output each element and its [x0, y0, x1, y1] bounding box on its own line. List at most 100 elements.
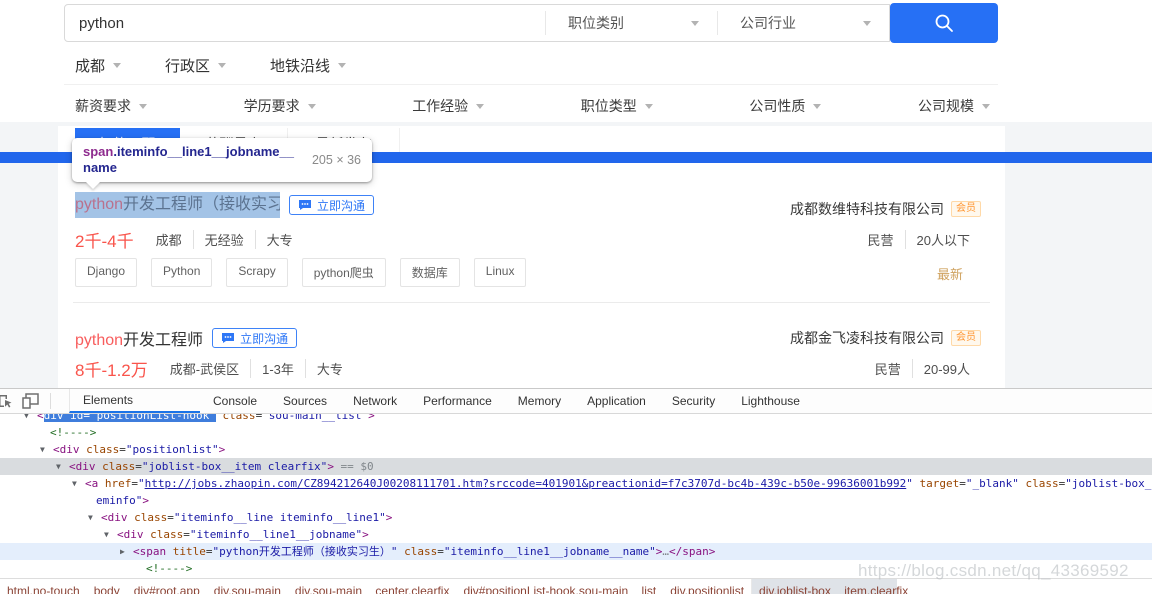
city-filter-地铁沿线[interactable]: 地铁沿线	[270, 55, 346, 76]
devtools-tab-lighthouse[interactable]: Lighthouse	[728, 389, 813, 413]
city-filter-成都[interactable]: 成都	[75, 55, 121, 76]
salary-row: 8千-1.2万 成都-武侯区1-3年大专	[75, 356, 343, 381]
code-token: =	[135, 460, 142, 473]
expand-arrow-icon: ▼	[104, 526, 117, 543]
city-filter-label: 成都	[75, 55, 105, 76]
skill-tag[interactable]: Django	[75, 258, 137, 287]
chat-now-label: 立即沟通	[240, 330, 288, 347]
devtools-tab-performance[interactable]: Performance	[410, 389, 505, 413]
chevron-down-icon	[218, 63, 226, 68]
job-category-select[interactable]: 职位类别	[545, 11, 717, 35]
job-meta: 成都-武侯区1-3年大专	[170, 359, 343, 378]
inspect-selector: span.iteminfo__line1__jobname__name	[83, 144, 295, 176]
chevron-down-icon	[863, 21, 871, 26]
devtools-tab-console[interactable]: Console	[200, 389, 270, 413]
code-token: "python开发工程师（接收实习生）"	[213, 545, 398, 558]
devtools-toolbar: ElementsConsoleSourcesNetworkPerformance…	[0, 389, 1152, 414]
job-category-label: 职位类别	[568, 13, 624, 33]
filter-工作经验[interactable]: 工作经验	[412, 96, 484, 116]
industry-select[interactable]: 公司行业	[717, 11, 889, 35]
filter-label: 公司性质	[749, 96, 805, 116]
job-meta: 成都无经验大专	[156, 230, 293, 249]
code-token: <!---->	[50, 426, 96, 439]
devtools-tab-memory[interactable]: Memory	[505, 389, 574, 413]
devtools-tab-elements[interactable]: Elements	[69, 389, 200, 413]
code-token: >	[362, 528, 369, 541]
company-meta-item: 20-99人	[912, 359, 970, 378]
meta-item: 1-3年	[250, 359, 294, 378]
code-line[interactable]: ▼<div class="joblist-box__item clearfix"…	[0, 458, 1152, 475]
code-token	[166, 545, 173, 558]
salary: 8千-1.2万	[75, 356, 148, 381]
code-token: "iteminfo__line1__jobname__name"	[444, 545, 656, 558]
elements-tree[interactable]: ▼<div id="positionList-hook" class="sou-…	[0, 414, 1152, 579]
filter-label: 职位类型	[581, 96, 637, 116]
filter-学历要求[interactable]: 学历要求	[244, 96, 316, 116]
code-token: "iteminfo__line1__jobname"	[190, 528, 362, 541]
code-token: <span	[133, 545, 166, 558]
skill-tag[interactable]: Linux	[474, 258, 527, 287]
code-token: </span>	[669, 545, 715, 558]
search-input[interactable]	[65, 6, 545, 40]
code-token: == $0	[334, 460, 374, 473]
code-line[interactable]: ▼<div class="positionlist">	[0, 441, 1152, 458]
devtools-tab-network[interactable]: Network	[340, 389, 410, 413]
chat-now-button[interactable]: 立即沟通	[289, 195, 374, 215]
inspect-tag: span	[83, 144, 113, 159]
code-token: =	[437, 545, 444, 558]
code-token: class	[150, 528, 183, 541]
skill-tag[interactable]: Scrapy	[226, 258, 287, 287]
chevron-down-icon	[645, 104, 653, 109]
code-line[interactable]: eminfo">	[0, 492, 1152, 509]
skill-tag[interactable]: 数据库	[400, 258, 460, 287]
inspect-element-icon[interactable]	[0, 390, 18, 412]
code-token: <div	[117, 528, 144, 541]
job-title-keyword: python	[75, 332, 123, 349]
filter-公司性质[interactable]: 公司性质	[749, 96, 821, 116]
company-name[interactable]: 成都数维特科技有限公司	[790, 199, 944, 219]
company-name[interactable]: 成都金飞凌科技有限公司	[790, 328, 944, 348]
devtools-tab-security[interactable]: Security	[659, 389, 728, 413]
city-filter-label: 行政区	[165, 55, 210, 76]
filter-职位类型[interactable]: 职位类型	[581, 96, 653, 116]
code-line[interactable]: ▼<div id="positionList-hook" class="sou-…	[0, 414, 1152, 424]
filter-薪资要求[interactable]: 薪资要求	[75, 96, 147, 116]
code-line[interactable]: <!---->	[0, 424, 1152, 441]
code-token: >	[219, 443, 226, 456]
job-tags: Django Python Scrapy python爬虫数据库 Linux	[75, 258, 540, 287]
devtools-tab-application[interactable]: Application	[574, 389, 659, 413]
inspect-classes: .iteminfo__line1__jobname__name	[83, 144, 294, 175]
chevron-down-icon	[139, 104, 147, 109]
code-token: class	[102, 460, 135, 473]
company-row: 成都金飞凌科技有限公司 会员	[790, 328, 981, 348]
job-title: 开发工程师（接收实习...	[123, 196, 280, 213]
code-line[interactable]: ▼<a href="http://jobs.zhaopin.com/CZ8942…	[0, 475, 1152, 492]
job-title-rest: 开发工程师	[123, 332, 203, 349]
city-filter-row: 成都 行政区 地铁沿线	[75, 55, 346, 76]
code-line[interactable]: ▼<div class="iteminfo__line1__jobname">	[0, 526, 1152, 543]
job-title[interactable]: python开发工程师	[75, 326, 203, 350]
search-bar: 职位类别 公司行业	[64, 4, 890, 42]
code-line[interactable]: ▶<span title="python开发工程师（接收实习生）" class=…	[0, 543, 1152, 560]
devtools-tab-sources[interactable]: Sources	[270, 389, 340, 413]
chat-now-button[interactable]: 立即沟通	[212, 328, 297, 348]
chevron-down-icon	[691, 21, 699, 26]
company-meta-item: 民营	[868, 230, 894, 249]
city-filter-行政区[interactable]: 行政区	[165, 55, 226, 76]
filter-公司规模[interactable]: 公司规模	[918, 96, 990, 116]
skill-tag[interactable]: python爬虫	[302, 258, 386, 287]
search-button[interactable]	[890, 3, 998, 43]
toggle-device-toolbar-icon[interactable]	[18, 390, 44, 412]
filter-label: 薪资要求	[75, 96, 131, 116]
code-token: <a	[85, 477, 98, 490]
expand-arrow-icon: ▼	[88, 509, 101, 526]
skill-tag[interactable]: Python	[151, 258, 212, 287]
code-token: class	[222, 414, 255, 422]
expand-arrow-icon: ▶	[120, 543, 133, 560]
inspected-jobname-highlight[interactable]: python开发工程师（接收实习...	[75, 192, 280, 218]
watermark: https://blog.csdn.net/qq_43369592	[858, 561, 1129, 581]
chevron-down-icon	[338, 63, 346, 68]
code-line[interactable]: ▼<div class="iteminfo__line iteminfo__li…	[0, 509, 1152, 526]
code-token: "_blank"	[966, 477, 1019, 490]
code-token: "	[138, 477, 145, 490]
